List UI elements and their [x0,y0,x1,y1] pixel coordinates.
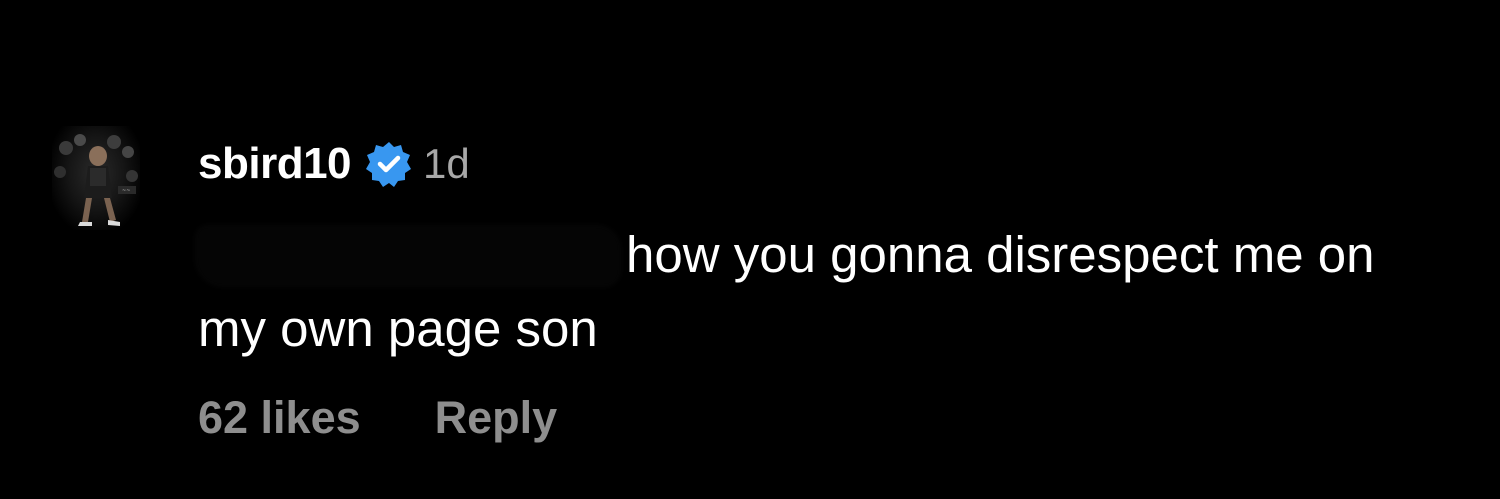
redacted-mention [198,228,618,284]
comment-timestamp: 1d [423,140,470,187]
likes-count[interactable]: 62 likes [198,392,361,444]
svg-text:~~: ~~ [122,188,130,194]
comment-body: how you gonna disrespect me on my own pa… [198,218,1438,366]
username-link[interactable]: sbird10 [198,139,352,189]
comment-actions: 62 likes Reply [198,388,557,448]
verified-badge-icon [365,140,413,188]
avatar-photo: ~~ [54,134,138,226]
comment-item: ~~ sbird10 1d how you gonna disrespect m… [52,126,1472,456]
profile-avatar[interactable]: ~~ [52,126,140,230]
reply-button[interactable]: Reply [435,392,558,444]
comment-header: sbird10 1d [198,132,470,196]
